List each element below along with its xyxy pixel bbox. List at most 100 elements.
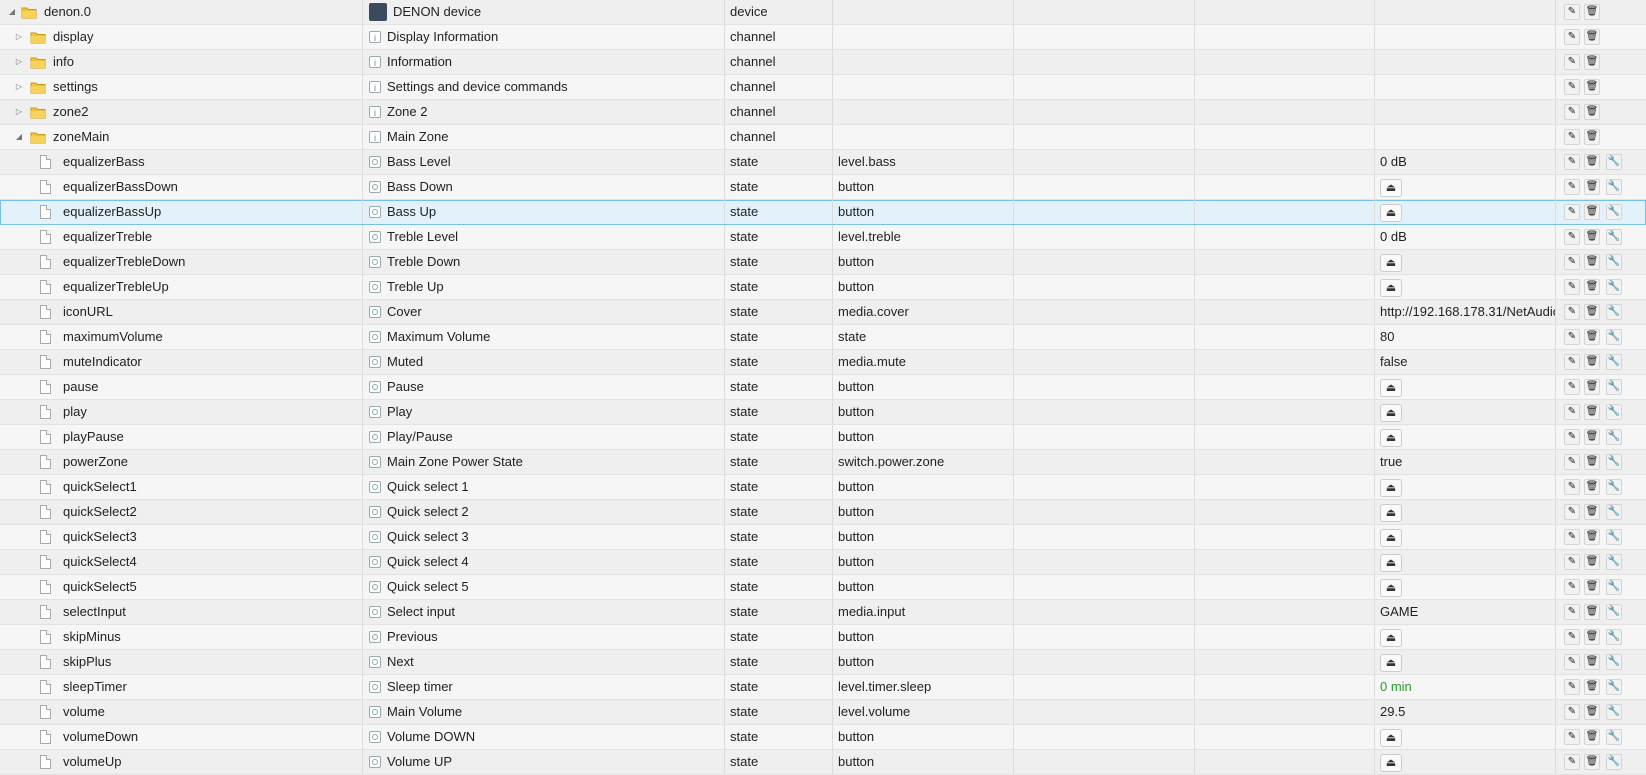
value-cell[interactable]: 0 min	[1375, 675, 1556, 699]
press-button-icon[interactable]: ⏏	[1380, 379, 1402, 397]
tree-row-playPause[interactable]: playPause Play/Pause state button ⏏ ✎ 🗑 🔧	[0, 425, 1646, 450]
wrench-icon[interactable]: 🔧	[1606, 629, 1622, 645]
delete-icon[interactable]: 🗑	[1584, 254, 1600, 270]
value-cell[interactable]: 80	[1375, 325, 1556, 349]
delete-icon[interactable]: 🗑	[1584, 4, 1600, 20]
tree-row-display[interactable]: ▷ display Display Information channel ✎🗑	[0, 25, 1646, 50]
delete-icon[interactable]: 🗑	[1584, 404, 1600, 420]
expand-toggle-icon[interactable]: ▷	[13, 75, 25, 99]
expand-toggle-icon[interactable]: ▷	[13, 25, 25, 49]
press-button-icon[interactable]: ⏏	[1380, 729, 1402, 747]
tree-row-quickSelect5[interactable]: quickSelect5 Quick select 5 state button ⏏ ✎ 🗑…	[0, 575, 1646, 600]
expand-toggle-icon[interactable]: ▷	[13, 50, 25, 74]
edit-icon[interactable]: ✎	[1564, 329, 1580, 345]
wrench-icon[interactable]: 🔧	[1606, 204, 1622, 220]
wrench-icon[interactable]: 🔧	[1606, 654, 1622, 670]
tree-row-equalizerTrebleUp[interactable]: equalizerTrebleUp Treble Up state button ⏏ ✎ 🗑…	[0, 275, 1646, 300]
wrench-icon[interactable]: 🔧	[1606, 704, 1622, 720]
tree-row-volume[interactable]: volume Main Volume state level.volume 29.5 ✎ 🗑…	[0, 700, 1646, 725]
press-button-icon[interactable]: ⏏	[1380, 654, 1402, 672]
tree-row-muteIndicator[interactable]: muteIndicator Muted state media.mute false ✎ 🗑…	[0, 350, 1646, 375]
edit-icon[interactable]: ✎	[1564, 204, 1580, 220]
delete-icon[interactable]: 🗑	[1584, 454, 1600, 470]
edit-icon[interactable]: ✎	[1564, 654, 1580, 670]
delete-icon[interactable]: 🗑	[1584, 79, 1600, 95]
delete-icon[interactable]: 🗑	[1584, 529, 1600, 545]
tree-row-denon.0[interactable]: ◢ denon.0 DENON device device ✎ 🗑	[0, 0, 1646, 25]
tree-row-settings[interactable]: ▷ settings Settings and device commands cha…	[0, 75, 1646, 100]
tree-row-pause[interactable]: pause Pause state button ⏏ ✎ 🗑 🔧	[0, 375, 1646, 400]
expand-toggle-icon[interactable]: ▷	[13, 100, 25, 124]
wrench-icon[interactable]: 🔧	[1606, 179, 1622, 195]
edit-icon[interactable]: ✎	[1564, 79, 1580, 95]
tree-row-equalizerTreble[interactable]: equalizerTreble Treble Level state level.tr…	[0, 225, 1646, 250]
delete-icon[interactable]: 🗑	[1584, 754, 1600, 770]
delete-icon[interactable]: 🗑	[1584, 279, 1600, 295]
wrench-icon[interactable]: 🔧	[1606, 529, 1622, 545]
tree-row-equalizerBassUp[interactable]: equalizerBassUp Bass Up state button ⏏ ✎ 🗑 🔧	[0, 200, 1646, 225]
tree-row-quickSelect3[interactable]: quickSelect3 Quick select 3 state button ⏏ ✎ 🗑…	[0, 525, 1646, 550]
wrench-icon[interactable]: 🔧	[1606, 304, 1622, 320]
wrench-icon[interactable]: 🔧	[1606, 504, 1622, 520]
edit-icon[interactable]: ✎	[1564, 454, 1580, 470]
edit-icon[interactable]: ✎	[1564, 579, 1580, 595]
press-button-icon[interactable]: ⏏	[1380, 254, 1402, 272]
value-cell[interactable]	[1375, 0, 1556, 24]
delete-icon[interactable]: 🗑	[1584, 554, 1600, 570]
edit-icon[interactable]: ✎	[1564, 404, 1580, 420]
delete-icon[interactable]: 🗑	[1584, 679, 1600, 695]
value-cell[interactable]	[1375, 100, 1556, 124]
delete-icon[interactable]: 🗑	[1584, 729, 1600, 745]
edit-icon[interactable]: ✎	[1564, 354, 1580, 370]
edit-icon[interactable]: ✎	[1564, 4, 1580, 20]
wrench-icon[interactable]: 🔧	[1606, 729, 1622, 745]
value-cell[interactable]: 0 dB	[1375, 225, 1556, 249]
tree-row-skipMinus[interactable]: skipMinus Previous state button ⏏ ✎ 🗑 🔧	[0, 625, 1646, 650]
press-button-icon[interactable]: ⏏	[1380, 479, 1402, 497]
delete-icon[interactable]: 🗑	[1584, 354, 1600, 370]
value-cell[interactable]	[1375, 125, 1556, 149]
edit-icon[interactable]: ✎	[1564, 279, 1580, 295]
delete-icon[interactable]: 🗑	[1584, 479, 1600, 495]
press-button-icon[interactable]: ⏏	[1380, 629, 1402, 647]
tree-row-sleepTimer[interactable]: sleepTimer Sleep timer state level.timer.sl…	[0, 675, 1646, 700]
collapse-toggle-icon[interactable]: ◢	[6, 0, 18, 24]
wrench-icon[interactable]: 🔧	[1606, 279, 1622, 295]
edit-icon[interactable]: ✎	[1564, 629, 1580, 645]
delete-icon[interactable]: 🗑	[1584, 379, 1600, 395]
delete-icon[interactable]: 🗑	[1584, 304, 1600, 320]
edit-icon[interactable]: ✎	[1564, 179, 1580, 195]
value-cell[interactable]: true	[1375, 450, 1556, 474]
press-button-icon[interactable]: ⏏	[1380, 404, 1402, 422]
press-button-icon[interactable]: ⏏	[1380, 204, 1402, 222]
delete-icon[interactable]: 🗑	[1584, 154, 1600, 170]
press-button-icon[interactable]: ⏏	[1380, 279, 1402, 297]
edit-icon[interactable]: ✎	[1564, 254, 1580, 270]
delete-icon[interactable]: 🗑	[1584, 54, 1600, 70]
wrench-icon[interactable]: 🔧	[1606, 154, 1622, 170]
edit-icon[interactable]: ✎	[1564, 304, 1580, 320]
value-cell[interactable]	[1375, 75, 1556, 99]
tree-row-quickSelect1[interactable]: quickSelect1 Quick select 1 state button ⏏ ✎ 🗑…	[0, 475, 1646, 500]
press-button-icon[interactable]: ⏏	[1380, 179, 1402, 197]
edit-icon[interactable]: ✎	[1564, 729, 1580, 745]
wrench-icon[interactable]: 🔧	[1606, 254, 1622, 270]
wrench-icon[interactable]: 🔧	[1606, 579, 1622, 595]
delete-icon[interactable]: 🗑	[1584, 579, 1600, 595]
press-button-icon[interactable]: ⏏	[1380, 579, 1402, 597]
delete-icon[interactable]: 🗑	[1584, 504, 1600, 520]
delete-icon[interactable]: 🗑	[1584, 179, 1600, 195]
value-cell[interactable]	[1375, 25, 1556, 49]
edit-icon[interactable]: ✎	[1564, 104, 1580, 120]
press-button-icon[interactable]: ⏏	[1380, 504, 1402, 522]
wrench-icon[interactable]: 🔧	[1606, 479, 1622, 495]
edit-icon[interactable]: ✎	[1564, 29, 1580, 45]
edit-icon[interactable]: ✎	[1564, 604, 1580, 620]
edit-icon[interactable]: ✎	[1564, 379, 1580, 395]
wrench-icon[interactable]: 🔧	[1606, 379, 1622, 395]
delete-icon[interactable]: 🗑	[1584, 629, 1600, 645]
tree-row-volumeDown[interactable]: volumeDown Volume DOWN state button ⏏ ✎ 🗑 🔧	[0, 725, 1646, 750]
tree-row-equalizerTrebleDown[interactable]: equalizerTrebleDown Treble Down state butto…	[0, 250, 1646, 275]
tree-row-play[interactable]: play Play state button ⏏ ✎ 🗑 🔧	[0, 400, 1646, 425]
wrench-icon[interactable]: 🔧	[1606, 754, 1622, 770]
